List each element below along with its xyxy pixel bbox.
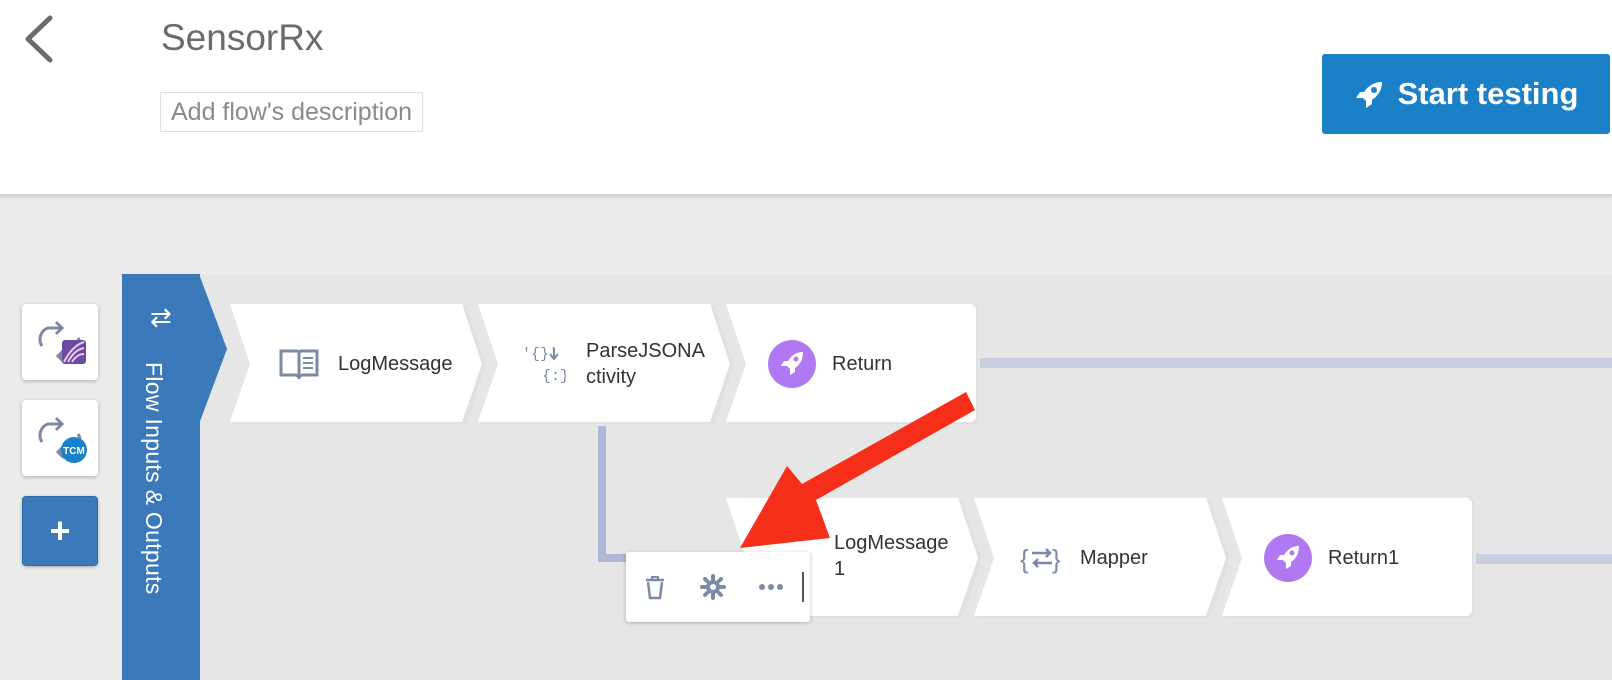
more-options-button[interactable] xyxy=(742,552,800,622)
delete-branch-button[interactable] xyxy=(626,552,684,622)
chevron-left-icon xyxy=(25,15,53,63)
start-testing-label: Start testing xyxy=(1397,76,1579,111)
trash-icon xyxy=(646,576,664,600)
branch-settings-button[interactable] xyxy=(684,552,742,622)
rocket-icon xyxy=(1355,82,1382,108)
trigger-tile-flogo[interactable] xyxy=(22,304,98,380)
svg-text:}: } xyxy=(1052,544,1061,574)
trigger-loop-icon xyxy=(38,320,86,364)
branch-vertical-connector xyxy=(598,426,606,562)
flow-description-input[interactable]: Add flow's description xyxy=(160,92,424,132)
start-testing-button[interactable]: Start testing xyxy=(1322,54,1610,134)
branch-horizontal-connector xyxy=(598,554,628,562)
sub-branch-tail-connector xyxy=(1476,554,1612,564)
main-branch-tail-connector xyxy=(980,358,1612,368)
branch-toolbar xyxy=(626,552,810,622)
flow-title[interactable]: SensorRx xyxy=(161,16,323,60)
gear-icon xyxy=(700,574,726,600)
flow-io-panel-arrow xyxy=(199,274,227,424)
rocket-icon xyxy=(1264,534,1312,582)
tcm-badge-text: TCM xyxy=(63,446,85,457)
activity-label: Return xyxy=(832,353,893,375)
activity-tile-parsejson[interactable]: '{}' {:} ParseJSONA ctivity xyxy=(476,304,738,426)
swap-icon: ⇄ xyxy=(150,302,172,332)
activity-tile-logmessage[interactable]: LogMessage xyxy=(228,304,490,426)
activity-tile-mapper[interactable]: { } Mapper xyxy=(972,498,1234,620)
rocket-icon xyxy=(768,340,816,388)
add-trigger-button[interactable]: + xyxy=(22,496,98,566)
trigger-tile-tcm[interactable]: TCM xyxy=(22,400,98,476)
mapper-icon: { } xyxy=(1020,538,1064,578)
flow-header: SensorRx Add flow's description Start te… xyxy=(0,0,1612,195)
activity-label: Mapper xyxy=(1080,547,1148,569)
flow-inputs-outputs-panel[interactable]: ⇄ Flow Inputs & Outputs xyxy=(122,274,200,680)
activity-label: LogMessage 1 xyxy=(834,532,949,580)
book-icon xyxy=(278,344,320,384)
json-parse-icon: '{}' {:} xyxy=(520,340,566,386)
svg-text:{: { xyxy=(1020,544,1029,574)
svg-text:'{}': '{}' xyxy=(522,346,558,363)
activity-tile-return[interactable]: Return xyxy=(724,304,980,426)
activity-label: LogMessage xyxy=(338,353,453,375)
back-button[interactable] xyxy=(18,14,62,64)
activity-label: Return1 xyxy=(1328,547,1400,569)
activity-label: ParseJSONA ctivity xyxy=(586,340,705,388)
more-icon xyxy=(759,584,783,590)
flow-inputs-outputs-label: Flow Inputs & Outputs xyxy=(141,362,167,595)
svg-text:{:}: {:} xyxy=(542,368,566,385)
toolbar-divider xyxy=(802,572,804,602)
trigger-tcm-icon: TCM xyxy=(38,416,87,463)
activity-tile-return1[interactable]: Return1 xyxy=(1220,498,1476,620)
